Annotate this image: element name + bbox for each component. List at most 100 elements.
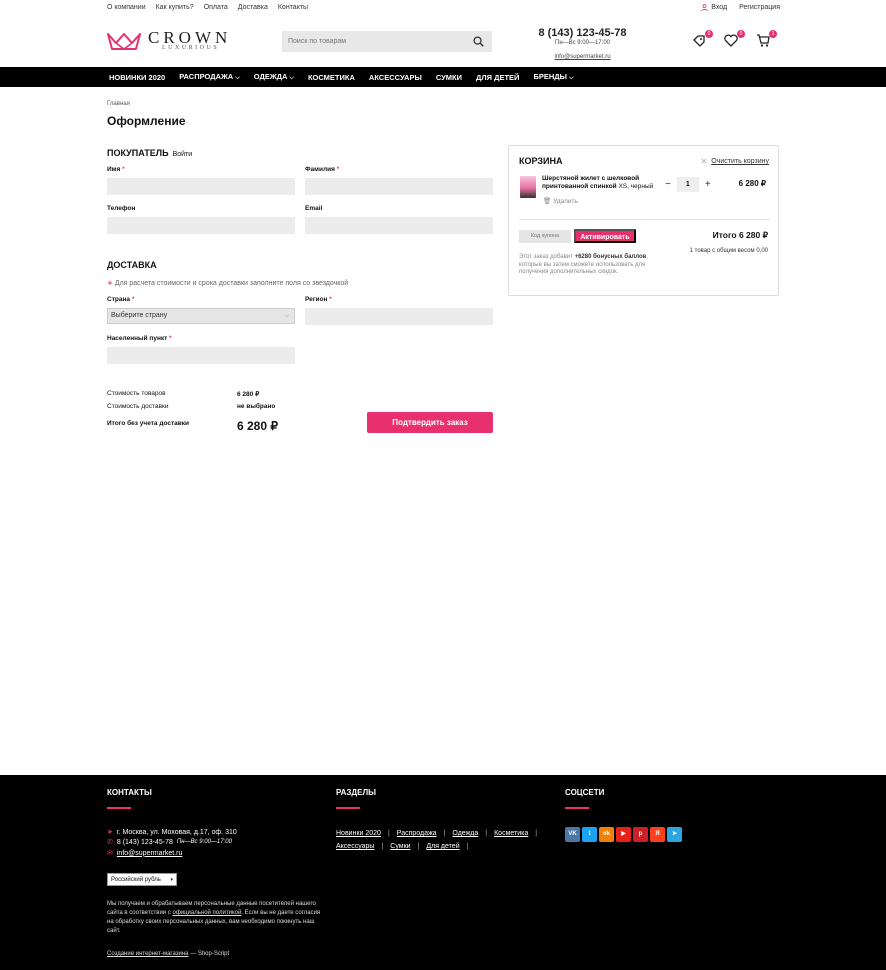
vk-icon[interactable]: VK (565, 827, 580, 842)
email-field[interactable] (305, 217, 493, 234)
menu-separator: | (535, 830, 538, 837)
footer: КОНТАКТЫ РАЗДЕЛЫ СОЦСЕТИ ➤ г. Москва, ул.… (0, 775, 886, 970)
confirm-order-button[interactable]: Подтвердить заказ (367, 412, 493, 433)
country-label: Страна * (107, 296, 134, 303)
delete-item-button[interactable]: 🗑 Удалить (543, 197, 578, 205)
footer-menu-item[interactable]: Косметика (494, 830, 528, 837)
breadcrumb[interactable]: Главная (107, 101, 130, 107)
nav-item[interactable]: АКСЕССУАРЫ (369, 73, 422, 82)
favorites-badge: 0 (737, 30, 745, 38)
menu-separator: | (417, 843, 420, 850)
coupon-input[interactable] (519, 230, 571, 243)
divider (565, 807, 589, 809)
menu-separator: | (485, 830, 488, 837)
footer-phone-text[interactable]: 8 (143) 123-45-78 (117, 839, 173, 846)
nav-item[interactable]: НОВИНКИ 2020 (109, 73, 165, 82)
product-thumbnail[interactable] (520, 176, 536, 198)
clear-cart-button[interactable]: ✕ Очистить корзину (701, 157, 769, 166)
city-field[interactable] (107, 347, 295, 364)
top-links: О компании Как купить? Оплата Доставка К… (107, 4, 308, 11)
privacy-policy-link[interactable]: официальной политикой (173, 910, 242, 916)
hint-star: ∗ (107, 280, 113, 287)
cart-button[interactable]: 1 (756, 30, 777, 48)
nav-item[interactable]: ДЛЯ ДЕТЕЙ (476, 73, 519, 82)
nav-item[interactable]: РАСПРОДАЖА ⌵ (179, 72, 240, 82)
logo[interactable]: CROWN LUXURIOUS (106, 28, 232, 51)
minus-button[interactable]: − (665, 179, 671, 190)
item-price: 6 280 ₽ (738, 179, 766, 188)
login-link[interactable]: Вход (701, 4, 727, 11)
favorites-button[interactable]: 0 (724, 30, 745, 48)
footer-menu-item[interactable]: Для детей (426, 843, 459, 850)
activate-coupon-button[interactable]: Активировать (574, 229, 636, 243)
footer-social-heading: СОЦСЕТИ (565, 788, 605, 797)
footer-menu-item[interactable]: Сумки (390, 843, 410, 850)
footer-menu-item[interactable]: Распродажа (397, 830, 437, 837)
top-link-howtobuy[interactable]: Как купить? (156, 4, 194, 11)
menu-separator: | (466, 843, 469, 850)
region-field[interactable] (305, 308, 493, 325)
made-by-link[interactable]: Создание интернет-магазина (107, 951, 189, 957)
first-name-field[interactable] (107, 178, 295, 195)
yandex-icon[interactable]: Я (650, 827, 665, 842)
twitter-icon[interactable]: t (582, 827, 597, 842)
cart-weight: 1 товар с общим весом 0,00 (689, 248, 768, 254)
footer-menu-item[interactable]: Одежда (452, 830, 478, 837)
first-name-label: Имя * (107, 166, 125, 173)
product-name[interactable]: Шерстяной жилет с шелковой принтованной … (542, 175, 662, 191)
city-label-text: Населенный пункт (107, 335, 168, 342)
footer-email-link[interactable]: info@supermarket.ru (117, 850, 182, 857)
top-link-contacts[interactable]: Контакты (278, 4, 308, 11)
first-name-label-text: Имя (107, 166, 121, 173)
buyer-heading: ПОКУПАТЕЛЬ Войти (107, 148, 192, 158)
nav-item-label: ДЛЯ ДЕТЕЙ (476, 72, 520, 82)
pinterest-icon[interactable]: p (633, 827, 648, 842)
buyer-login-link[interactable]: Войти (173, 151, 193, 158)
nav-item-label: ОДЕЖДА (253, 72, 288, 81)
currency-value: Российский рубль (111, 877, 161, 883)
telegram-icon[interactable]: ➤ (667, 827, 682, 842)
register-link[interactable]: Регистрация (739, 4, 780, 11)
top-link-about[interactable]: О компании (107, 4, 146, 11)
nav-item-label: РАСПРОДАЖА (179, 72, 234, 81)
footer-menu-item[interactable]: Аксессуары (336, 843, 374, 850)
phone-field[interactable] (107, 217, 295, 234)
delivery-cost-label: Стоимость доставки (107, 403, 169, 410)
nav-item[interactable]: КОСМЕТИКА (308, 73, 355, 82)
top-link-delivery[interactable]: Доставка (238, 4, 268, 11)
nav-item[interactable]: БРЕНДЫ ⌵ (533, 72, 573, 82)
top-link-payment[interactable]: Оплата (204, 4, 228, 11)
currency-select[interactable]: Российский рубль ▾ (107, 873, 177, 886)
nav-item-label: КОСМЕТИКА (307, 72, 355, 82)
required-mark: * (169, 335, 172, 342)
header-icons: 0 0 1 (692, 30, 777, 48)
search-icon[interactable] (473, 36, 484, 47)
delete-label: Удалить (553, 198, 578, 205)
compare-badge: 0 (705, 30, 713, 38)
logo-name: CROWN (148, 28, 232, 47)
odnoklassniki-icon[interactable]: ok (599, 827, 614, 842)
header-phone[interactable]: 8 (143) 123-45-78 (520, 27, 645, 39)
youtube-icon[interactable]: ▶ (616, 827, 631, 842)
header-email[interactable]: info@supermarket.ru (520, 54, 645, 60)
nav-list: НОВИНКИ 2020 РАСПРОДАЖА ⌵ ОДЕЖДА ⌵ КОСМЕТИКА А… (109, 67, 588, 87)
nav-item[interactable]: СУМКИ (436, 73, 462, 82)
made-by-post: — Shop-Script (188, 951, 230, 957)
nav-item[interactable]: ОДЕЖДА ⌵ (254, 72, 294, 82)
plus-button[interactable]: + (705, 179, 711, 190)
delivery-cost-value: не выбрано (237, 403, 276, 410)
region-label: Регион * (305, 296, 332, 303)
last-name-field[interactable] (305, 178, 493, 195)
country-select[interactable]: Выберите страну ⌵ (107, 308, 295, 324)
phone-label: Телефон (107, 205, 136, 212)
phone-icon: ✆ (107, 839, 113, 846)
chevron-down-icon: ▾ (170, 877, 173, 883)
required-mark: * (131, 296, 135, 303)
delivery-heading: ДОСТАВКА (107, 260, 157, 270)
compare-button[interactable]: 0 (692, 30, 713, 48)
quantity-value[interactable]: 1 (676, 177, 699, 192)
search-input[interactable] (282, 31, 467, 52)
header-contacts: 8 (143) 123-45-78 Пн—Вс 9:00—17:00 info@… (520, 27, 645, 60)
footer-menu-item[interactable]: Новинки 2020 (336, 830, 381, 837)
delivery-hint: ∗ Для расчета стоимости и срока доставки… (107, 279, 348, 287)
